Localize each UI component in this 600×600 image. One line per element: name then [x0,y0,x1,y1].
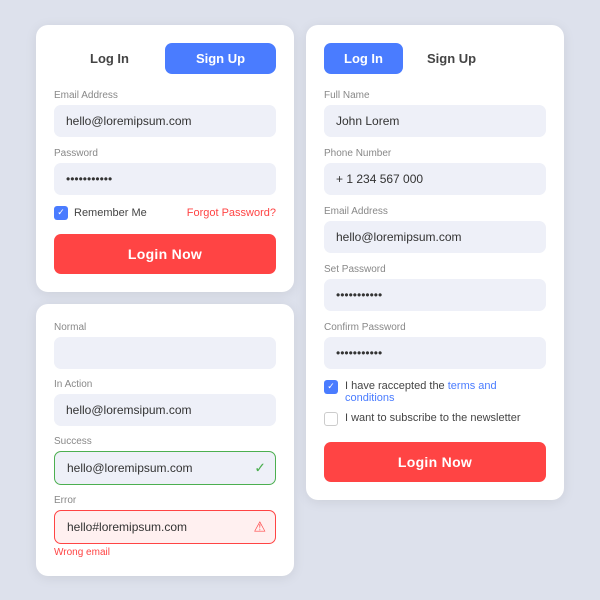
terms-checkbox[interactable]: ✓ [324,380,338,394]
terms-text: I have raccepted the terms and condition… [345,380,546,404]
error-input[interactable] [54,510,276,544]
success-input[interactable] [54,451,276,485]
phone-label: Phone Number [324,148,546,159]
forgot-password-link[interactable]: Forgot Password? [187,207,276,219]
tab-signup-left[interactable]: Sign Up [165,43,276,74]
in-action-input-wrap [54,394,276,426]
email-label: Email Address [54,90,276,101]
remember-row: ✓ Remember Me Forgot Password? [54,206,276,220]
terms-row: ✓ I have raccepted the terms and conditi… [324,380,546,404]
password-label: Password [54,148,276,159]
success-label: Success [54,436,276,447]
states-card: Normal In Action Success ✓ Error ⚠ Wrong… [36,304,294,576]
success-icon: ✓ [254,459,266,476]
tab-login-right[interactable]: Log In [324,43,403,74]
email-group: Email Address [54,90,276,137]
phone-input[interactable] [324,163,546,195]
remember-label: Remember Me [74,207,147,219]
fullname-input[interactable] [324,105,546,137]
login-tabs: Log In Sign Up [54,43,276,74]
set-password-input[interactable] [324,279,546,311]
password-group: Password [54,148,276,195]
confirm-password-label: Confirm Password [324,322,546,333]
normal-input-wrap [54,337,276,369]
remember-left: ✓ Remember Me [54,206,147,220]
signup-tabs: Log In Sign Up [324,43,546,74]
error-icon: ⚠ [253,518,266,535]
tab-login-left[interactable]: Log In [54,43,165,74]
in-action-label: In Action [54,379,276,390]
confirm-password-group: Confirm Password [324,322,546,369]
password-input[interactable] [54,163,276,195]
error-label: Error [54,495,276,506]
signup-login-now-button[interactable]: Login Now [324,442,546,482]
signup-email-group: Email Address [324,206,546,253]
newsletter-checkbox[interactable] [324,412,338,426]
signup-email-label: Email Address [324,206,546,217]
in-action-input[interactable] [54,394,276,426]
confirm-password-input[interactable] [324,337,546,369]
login-now-button[interactable]: Login Now [54,234,276,274]
error-input-wrap: ⚠ [54,510,276,544]
set-password-label: Set Password [324,264,546,275]
newsletter-row: I want to subscribe to the newsletter [324,412,546,426]
signup-card: Log In Sign Up Full Name Phone Number Em… [306,25,564,500]
set-password-group: Set Password [324,264,546,311]
error-message: Wrong email [54,547,276,558]
normal-label: Normal [54,322,276,333]
email-input[interactable] [54,105,276,137]
tab-signup-right[interactable]: Sign Up [407,43,496,74]
newsletter-label: I want to subscribe to the newsletter [345,412,520,424]
success-input-wrap: ✓ [54,451,276,485]
signup-email-input[interactable] [324,221,546,253]
fullname-group: Full Name [324,90,546,137]
remember-checkbox[interactable]: ✓ [54,206,68,220]
login-card: Log In Sign Up Email Address Password ✓ … [36,25,294,292]
normal-input[interactable] [54,337,276,369]
phone-group: Phone Number [324,148,546,195]
fullname-label: Full Name [324,90,546,101]
